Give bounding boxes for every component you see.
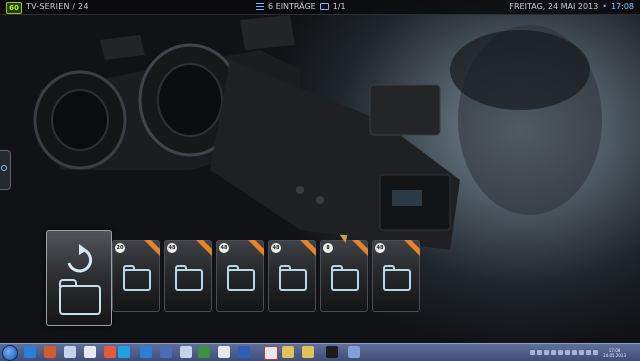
- tray-icon[interactable]: [579, 350, 585, 355]
- item-count: 6 EINTRÄGE: [268, 2, 316, 11]
- date-time: FREITAG, 24 MAI 2013 • 17:08: [509, 2, 634, 11]
- image-icon[interactable]: [218, 346, 230, 358]
- new-ribbon: [404, 240, 420, 256]
- season-tile[interactable]: 8: [320, 240, 368, 312]
- episode-count-badge: 20: [115, 243, 125, 253]
- date: FREITAG, 24 MAI 2013: [509, 2, 599, 11]
- tile-row: 20 48 48 48 8 48: [46, 230, 466, 330]
- new-ribbon: [144, 240, 160, 256]
- folder-icon: [175, 265, 203, 291]
- breadcrumb: TV-SERIEN / 24: [26, 2, 89, 11]
- episode-count-badge: 48: [375, 243, 385, 253]
- taskbar-clock[interactable]: 17:08 24.05.2013: [603, 348, 626, 358]
- tray-icon[interactable]: [593, 350, 599, 355]
- item-info: 6 EINTRÄGE 1/1: [256, 2, 346, 11]
- logo: 60: [6, 2, 22, 14]
- app-icon[interactable]: [180, 346, 192, 358]
- doc-icon[interactable]: [84, 346, 96, 358]
- side-menu-tab[interactable]: [0, 150, 11, 190]
- episode-count-badge: 48: [167, 243, 177, 253]
- folder-icon: [279, 265, 307, 291]
- app-icon[interactable]: [104, 346, 116, 358]
- tray-icon[interactable]: [530, 350, 536, 355]
- list-icon: [256, 3, 264, 10]
- game-icon[interactable]: [198, 346, 210, 358]
- settings-icon[interactable]: [348, 346, 360, 358]
- tray-icon[interactable]: [586, 350, 592, 355]
- season-tile[interactable]: 48: [164, 240, 212, 312]
- time: 17:08: [610, 2, 634, 11]
- new-ribbon: [196, 240, 212, 256]
- clock-date: 24.05.2013: [603, 352, 626, 358]
- tray-icon[interactable]: [565, 350, 571, 355]
- separator: •: [602, 2, 607, 11]
- skype-icon[interactable]: [118, 346, 130, 358]
- episode-count-badge: 8: [323, 243, 333, 253]
- season-tile[interactable]: 20: [112, 240, 160, 312]
- word-icon[interactable]: [238, 346, 250, 358]
- folder-icon[interactable]: [282, 346, 294, 358]
- page-number: 1/1: [332, 2, 346, 11]
- media-icon[interactable]: [44, 346, 56, 358]
- new-ribbon: [300, 240, 316, 256]
- xbmc-icon[interactable]: [326, 346, 338, 358]
- season-tile[interactable]: 48: [372, 240, 420, 312]
- system-tray: 17:08 24.05.2013: [530, 345, 638, 360]
- new-ribbon: [352, 240, 368, 256]
- xbmc-icon[interactable]: [160, 346, 172, 358]
- ie-icon[interactable]: [140, 346, 152, 358]
- windows-taskbar: 17:08 24.05.2013: [0, 343, 640, 361]
- back-tile[interactable]: [46, 230, 112, 326]
- start-button[interactable]: [2, 345, 18, 361]
- paint-icon[interactable]: [64, 346, 76, 358]
- episode-count-badge: 48: [219, 243, 229, 253]
- tray-icon[interactable]: [551, 350, 557, 355]
- tray-icon[interactable]: [544, 350, 550, 355]
- camera-illustration: [33, 15, 460, 250]
- folder-icon: [383, 265, 411, 291]
- tray-icon[interactable]: [537, 350, 543, 355]
- folder-icon: [331, 265, 359, 291]
- back-arrow-icon: [67, 244, 92, 273]
- arrow-up-icon: [1, 165, 7, 171]
- episode-count-badge: 48: [271, 243, 281, 253]
- tray-icon[interactable]: [572, 350, 578, 355]
- folder-icon: [123, 265, 151, 291]
- season-tile[interactable]: 48: [216, 240, 264, 312]
- new-ribbon: [248, 240, 264, 256]
- folder-icon[interactable]: [302, 346, 314, 358]
- folder-icon: [59, 279, 101, 315]
- tb-app-icon[interactable]: [264, 346, 278, 360]
- folder-icon: [227, 265, 255, 291]
- tray-icon[interactable]: [558, 350, 564, 355]
- season-tile[interactable]: 48: [268, 240, 316, 312]
- ie-icon[interactable]: [24, 346, 36, 358]
- top-bar: 60 TV-SERIEN / 24 6 EINTRÄGE 1/1 FREITAG…: [0, 0, 640, 15]
- page-icon: [319, 3, 329, 10]
